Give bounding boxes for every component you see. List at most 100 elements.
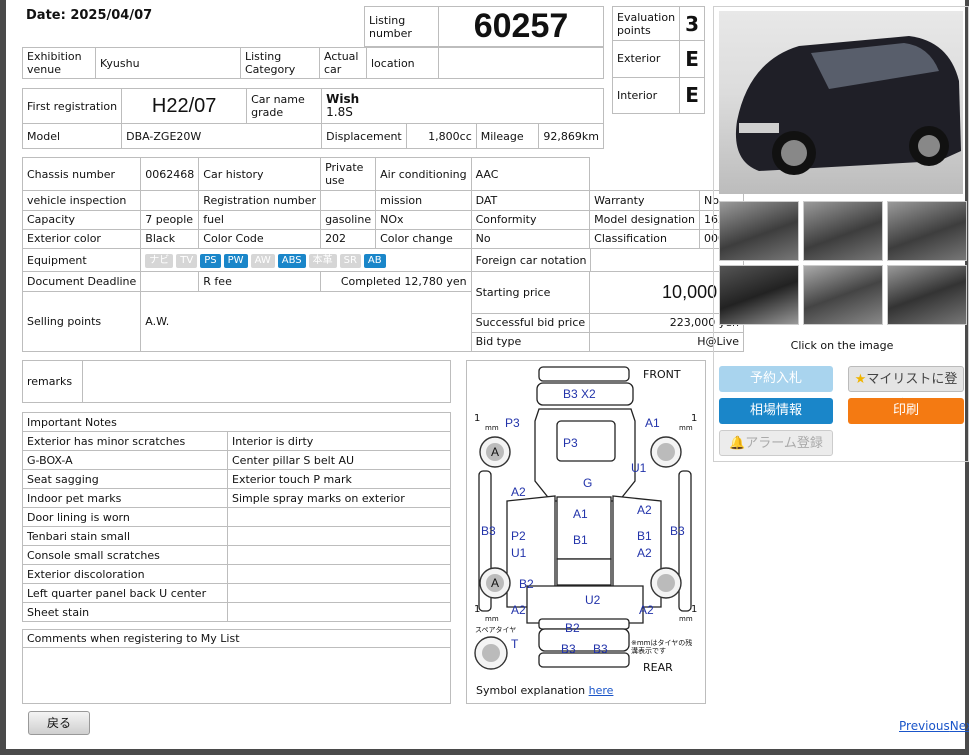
previous-link[interactable]: Previous xyxy=(899,719,950,733)
mission-label: mission xyxy=(375,190,472,211)
exterior-grade: E xyxy=(679,40,705,78)
equipment-badge: ABS xyxy=(277,253,306,268)
back-button[interactable]: 戻る xyxy=(28,711,90,735)
add-mylist-button[interactable]: ★マイリストに登録 xyxy=(848,366,964,413)
rear-valance xyxy=(538,652,630,668)
mark-left-front-door-upper: A2 xyxy=(511,485,526,499)
evaluation-points-label: Evaluation points xyxy=(611,5,681,42)
next-link[interactable]: Next xyxy=(950,719,969,733)
listing-number-table: Listing number 60257 xyxy=(364,6,604,47)
note-cell: Center pillar S belt AU xyxy=(227,450,451,470)
note-cell xyxy=(227,564,451,584)
model: DBA-ZGE20W xyxy=(121,123,323,149)
remarks-label: remarks xyxy=(22,360,83,403)
notes-row: Exterior discoloration xyxy=(22,564,451,584)
registration-number-label: Registration number xyxy=(198,190,322,211)
equipment-badge: PW xyxy=(223,253,248,268)
mark-rear-bumper-top: B2 xyxy=(565,621,580,635)
listing-category-label: Listing Category xyxy=(240,47,320,79)
equipment-badge: AB xyxy=(363,253,386,268)
mark-spare-tire: T xyxy=(511,637,519,651)
vehicle-inspection xyxy=(140,190,200,211)
tire-count-rear-left: 1 xyxy=(474,604,481,615)
reserve-bid-button[interactable]: 予約入札 xyxy=(719,366,833,392)
listing-number-label: Listing number xyxy=(364,6,439,47)
thumbnail-6[interactable] xyxy=(887,265,967,325)
tire-rear-right-hub xyxy=(657,574,675,592)
warranty-label: Warranty xyxy=(589,190,700,211)
gallery-caption: Click on the image xyxy=(790,339,894,352)
comments-label: Comments when registering to My List xyxy=(22,629,451,648)
thumbnail-1[interactable] xyxy=(719,201,799,261)
mark-right-rear-door: B1 xyxy=(637,529,652,543)
note-cell xyxy=(227,545,451,565)
conformity-label: Conformity xyxy=(470,209,591,230)
thumbnail-4[interactable] xyxy=(719,265,799,325)
alarm-button[interactable]: 🔔アラーム登録 xyxy=(719,430,833,456)
mark-roof-front: A1 xyxy=(573,507,588,521)
starting-price: 10,000 xyxy=(662,281,718,302)
photo-panel: Click on the image 予約入札 ★マイリストに登録 相場情報 印… xyxy=(713,6,969,462)
note-cell: Seat sagging xyxy=(22,469,228,489)
chassis-number: 0062468 xyxy=(140,156,200,192)
exterior-label: Exterior xyxy=(611,40,681,78)
thumbnail-5[interactable] xyxy=(803,265,883,325)
mark-front-left-tire: A xyxy=(491,445,500,459)
mileage-cell: Mileage 92,869km xyxy=(475,123,605,149)
note-cell: G-BOX-A xyxy=(22,450,228,470)
equipment-badge: 本革 xyxy=(308,253,337,268)
foreign-car-cell: Foreign car notation xyxy=(470,247,745,273)
note-cell: Exterior discoloration xyxy=(22,564,228,584)
exterior-color: Black xyxy=(140,228,200,249)
private-use-label: Private use xyxy=(320,156,377,192)
thumbnail-3[interactable] xyxy=(887,201,967,261)
symbol-explanation-link[interactable]: here xyxy=(589,684,614,697)
notes-row: Console small scratches xyxy=(22,545,451,565)
front-bumper-top xyxy=(538,366,630,382)
main-car-photo[interactable] xyxy=(719,11,963,194)
document-deadline xyxy=(140,271,200,293)
nox-label: NOx xyxy=(375,209,472,230)
equipment-label: Equipment xyxy=(21,247,142,273)
note-cell: Indoor pet marks xyxy=(22,488,228,508)
notes-row: Seat sagging Exterior touch P mark xyxy=(22,469,451,489)
mark-roof-rear: B1 xyxy=(573,533,588,547)
print-button[interactable]: 印刷 xyxy=(848,398,964,424)
symbol-explanation-label: Symbol explanation xyxy=(476,684,586,697)
mark-front-right-fender: A1 xyxy=(645,416,660,430)
mark-right-fender: U1 xyxy=(631,461,647,475)
exhibition-venue: Kyushu xyxy=(95,47,241,79)
equipment-badge: AW xyxy=(250,253,275,268)
car-history-label: Car history xyxy=(198,156,322,192)
interior-grade: E xyxy=(679,76,705,115)
r-fee-label: R fee xyxy=(198,271,322,293)
equipment-badges: ナビ TV PS PW AW ABS 本革 SR AB xyxy=(140,247,472,273)
note-cell: Sheet stain xyxy=(22,602,228,622)
location xyxy=(438,47,604,79)
thumbnail-2[interactable] xyxy=(803,201,883,261)
air-conditioning-label: Air conditioning xyxy=(375,156,472,192)
rear-bumper xyxy=(538,628,630,652)
color-change: No xyxy=(470,228,591,249)
note-cell: Interior is dirty xyxy=(227,431,451,451)
mark-rear-bumper-left: B3 xyxy=(561,642,576,656)
rear-bumper-top xyxy=(538,618,630,630)
mileage-label: Mileage xyxy=(476,124,540,148)
displacement-label: Displacement xyxy=(321,123,407,149)
first-registration-label: First registration xyxy=(21,88,123,124)
registration-number xyxy=(320,190,377,211)
mark-right-rear-door-lower: A2 xyxy=(637,546,652,560)
mm-front-right: mm xyxy=(679,424,693,432)
remarks-value xyxy=(82,360,451,403)
air-conditioning: AAC xyxy=(470,156,591,192)
location-label: location xyxy=(366,47,439,79)
tire-front-right-hub xyxy=(657,443,675,461)
important-notes-title: Important Notes xyxy=(22,412,451,432)
car-name-cell: Wish 1.8S xyxy=(321,88,604,124)
foreign-car-label: Foreign car notation xyxy=(471,249,592,272)
car-name: Wish xyxy=(326,92,360,106)
equipment-badge: PS xyxy=(200,253,221,268)
market-info-button[interactable]: 相場情報 xyxy=(719,398,833,424)
vehicle-inspection-label: vehicle inspection xyxy=(21,190,142,211)
mm-front-left: mm xyxy=(485,424,499,432)
